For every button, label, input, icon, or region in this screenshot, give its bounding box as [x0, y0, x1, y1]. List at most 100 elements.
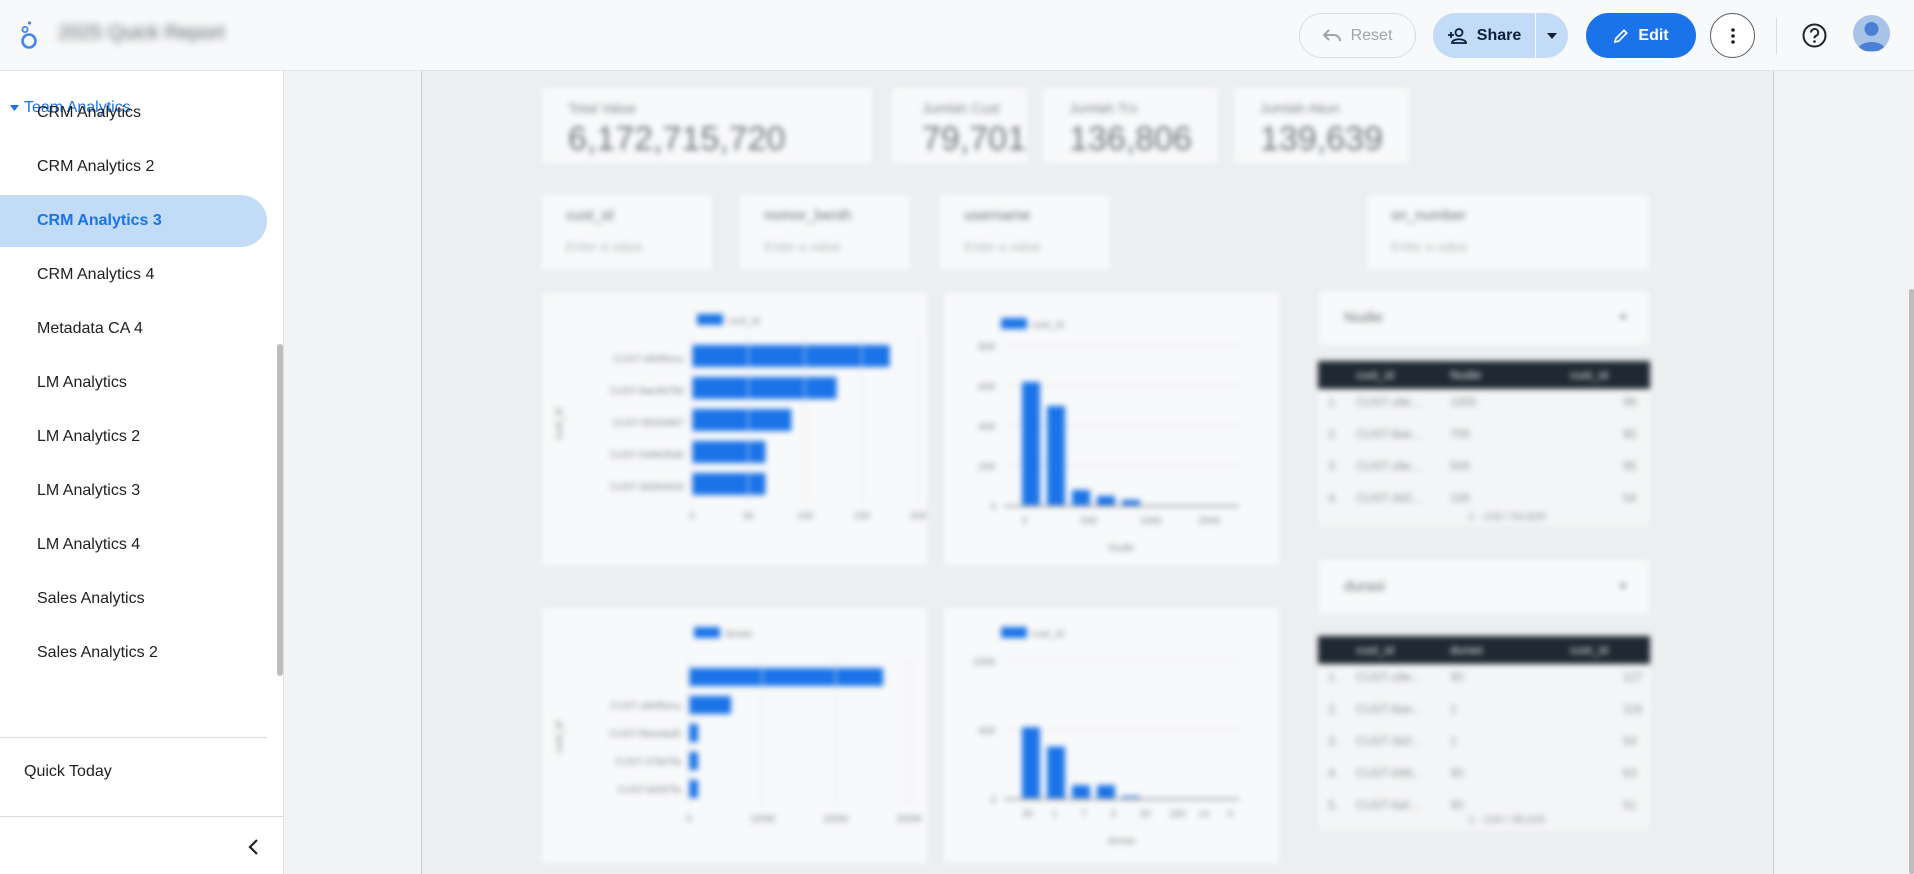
chart-card-2: cust_id 0 20K 40K 60K 80K 0 500 1000 2000 Nudie: [944, 293, 1279, 565]
sidebar-scrollbar[interactable]: [277, 344, 283, 676]
category-label: CUST-f9eeda45: [609, 729, 681, 740]
sidebar-item-metadata-ca-4[interactable]: Metadata CA 4: [0, 303, 267, 355]
table-row[interactable]: 2. CUST-8ae... 700 85: [1318, 427, 1650, 451]
tick-label: 7: [1081, 809, 1087, 820]
filter-placeholder: Enter a value: [764, 239, 841, 254]
table-row[interactable]: 3. CUST-3d2... 1 54: [1318, 734, 1650, 758]
kpi-card-jumlah-trx: Jumlah Trx 136,806: [1043, 88, 1218, 163]
legend-swatch: [1001, 318, 1027, 329]
account-avatar[interactable]: [1853, 15, 1890, 52]
bar: [1022, 727, 1040, 799]
bar-chart-durasi: durasi CUST-z8ef5ecu CUST-f9eeda45 CUST-275…: [554, 627, 922, 825]
kpi-card-jumlah-akun: Jumlah Akun 139,639: [1234, 88, 1409, 163]
column-header[interactable]: durasi: [1450, 643, 1483, 657]
sidebar-item-crm-analytics-3[interactable]: CRM Analytics 3: [0, 195, 267, 247]
category-label: CUST-z8ef5ecu: [610, 701, 681, 712]
sidebar-item-label: CRM Analytics 2: [37, 158, 155, 175]
share-button[interactable]: Share: [1433, 13, 1535, 58]
looker-studio-logo-icon[interactable]: [18, 20, 40, 50]
legend-swatch: [694, 627, 720, 638]
edit-button[interactable]: Edit: [1586, 13, 1696, 58]
kpi-value: 136,806: [1069, 120, 1192, 158]
kpi-label: Jumlah Cust: [922, 100, 1000, 116]
legend-label: durasi: [725, 629, 752, 640]
bar: [689, 780, 699, 798]
table-durasi: cust_id durasi cust_id 1. CUST-z8e... 30 12…: [1318, 636, 1650, 831]
column-header[interactable]: Nudie: [1450, 368, 1481, 382]
dropdown-durasi[interactable]: durasi: [1319, 560, 1649, 614]
filter-username[interactable]: username Enter a value: [940, 195, 1110, 270]
sidebar-item-lm-analytics-4[interactable]: LM Analytics 4: [0, 519, 267, 571]
sidebar-item-label: CRM Analytics: [37, 104, 142, 121]
filter-cust-id[interactable]: cust_id Enter a value: [542, 195, 712, 270]
table-row[interactable]: 3. CUST-z8e... 500 95: [1318, 459, 1650, 483]
chevron-left-icon[interactable]: [244, 837, 264, 857]
column-header[interactable]: cust_id: [1570, 368, 1608, 382]
sidebar-item-label: LM Analytics 2: [37, 428, 141, 445]
bar: [692, 377, 837, 399]
sidebar-item-crm-analytics-4[interactable]: CRM Analytics 4: [0, 249, 267, 301]
bar: [1047, 746, 1065, 799]
sidebar-item-quick-today[interactable]: Quick Today: [24, 763, 112, 781]
report-page: Total Value 6,172,715,720 Jumlah Cust 79…: [421, 71, 1774, 874]
toolbar-divider: [1776, 18, 1777, 54]
tick-label: 3: [1110, 809, 1116, 820]
table-row[interactable]: 4. CUST-049... 30 63: [1318, 766, 1650, 790]
report-scrollbar[interactable]: [1909, 289, 1914, 874]
table-row[interactable]: 1. CUST-z8e... 1000 99: [1318, 395, 1650, 419]
bar: [1022, 382, 1040, 506]
table-row[interactable]: 2. CUST-8ae... 1 116: [1318, 702, 1650, 726]
pencil-icon: [1614, 28, 1629, 43]
column-header[interactable]: cust_id: [1570, 643, 1608, 657]
caret-down-icon: [1619, 584, 1627, 589]
axis-label: durasi: [1108, 836, 1135, 847]
filter-sn-number[interactable]: sn_number Enter a value: [1367, 195, 1649, 270]
tick-label: 500: [1081, 516, 1098, 527]
sidebar-item-sales-analytics-2[interactable]: Sales Analytics 2: [0, 627, 267, 679]
tick-label: 0: [689, 511, 695, 522]
dropdown-nudie[interactable]: Nudie: [1319, 291, 1649, 345]
axis-label: cust_id: [554, 721, 565, 753]
reset-button[interactable]: Reset: [1299, 13, 1416, 58]
share-label: Share: [1476, 26, 1522, 44]
sidebar-item-lm-analytics-3[interactable]: LM Analytics 3: [0, 465, 267, 517]
tick-label: 100M: [750, 814, 775, 825]
kpi-label: Jumlah Akun: [1260, 100, 1341, 116]
column-chart-durasi: cust_id 0 50K 100K 30 1 7 3 20 180 14 0 durasi: [973, 627, 1239, 847]
sidebar-item-crm-analytics[interactable]: CRM Analytics: [0, 87, 267, 139]
sidebar-item-sales-analytics[interactable]: Sales Analytics: [0, 573, 267, 625]
share-options-button[interactable]: [1536, 13, 1568, 58]
axis-label: cust_id: [554, 408, 565, 440]
tick-label: 20: [1140, 809, 1152, 820]
tick-label: 40K: [978, 422, 996, 433]
bar: [1072, 785, 1090, 799]
report-title[interactable]: 2025 Quick Report: [58, 22, 225, 45]
chart-card-4: cust_id 0 50K 100K 30 1 7 3 20 180 14 0 durasi: [944, 608, 1279, 863]
sidebar-item-lm-analytics-2[interactable]: LM Analytics 2: [0, 411, 267, 463]
table-pagination: 1 - 100 / 54,629: [1468, 511, 1546, 523]
bar: [1097, 785, 1115, 799]
sidebar-item-crm-analytics-2[interactable]: CRM Analytics 2: [0, 141, 267, 193]
table-body: 1. CUST-z8e... 30 127 2. CUST-8ae... 1 116 3. C…: [1318, 664, 1650, 831]
dropdown-label: durasi: [1344, 578, 1385, 595]
axis-label: Nudie: [1108, 543, 1135, 554]
legend-swatch: [697, 314, 723, 325]
help-icon[interactable]: [1801, 22, 1828, 49]
filter-placeholder: Enter a value: [566, 239, 643, 254]
filter-label: nomor_benih: [764, 207, 852, 224]
filter-nomor-benih[interactable]: nomor_benih Enter a value: [740, 195, 910, 270]
table-body: 1. CUST-z8e... 1000 99 2. CUST-8ae... 700 85 3…: [1318, 389, 1650, 526]
table-row[interactable]: 1. CUST-z8e... 30 127: [1318, 670, 1650, 694]
more-options-button[interactable]: [1710, 13, 1755, 58]
tick-label: 0: [1228, 809, 1234, 820]
sidebar-item-lm-analytics[interactable]: LM Analytics: [0, 357, 267, 409]
column-header[interactable]: cust_id: [1356, 368, 1394, 382]
tick-label: 20K: [978, 462, 996, 473]
dropdown-label: Nudie: [1344, 309, 1384, 326]
tick-label: 14: [1198, 809, 1210, 820]
column-header[interactable]: cust_id: [1356, 643, 1394, 657]
kpi-label: Total Value: [568, 100, 637, 116]
chart-card-1: cust_id CUST-z8ef5ecu CUST-8ae367b0 CUST-9f…: [542, 293, 927, 565]
bar: [1072, 490, 1090, 506]
filter-label: cust_id: [566, 207, 614, 224]
